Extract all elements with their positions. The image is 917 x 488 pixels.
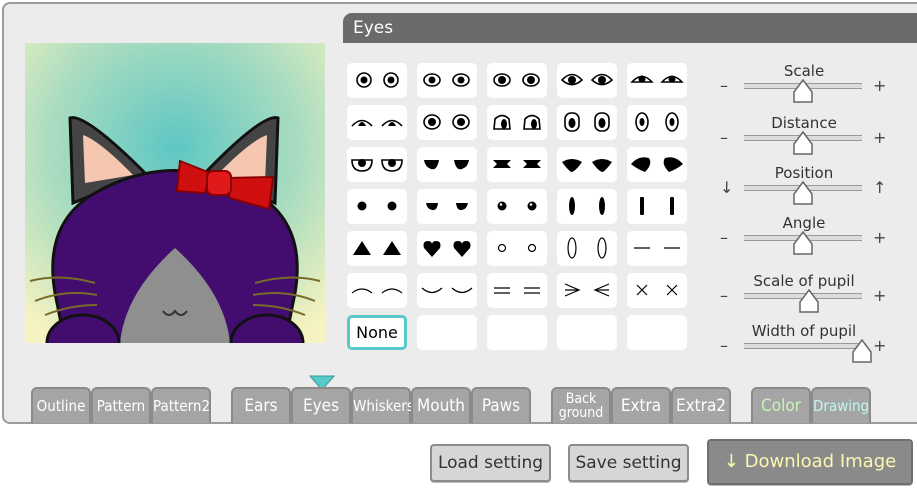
- download-label: Download Image: [744, 451, 897, 472]
- tab-extra2[interactable]: Extra2: [671, 387, 731, 423]
- slider-track[interactable]: [744, 343, 862, 349]
- eye-option[interactable]: [347, 189, 407, 224]
- slider-label: Scale of pupil: [753, 272, 855, 290]
- tab-extra[interactable]: Extra: [611, 387, 671, 423]
- download-image-button[interactable]: ↓ Download Image: [707, 439, 913, 485]
- down-arrow-button[interactable]: ↓: [720, 178, 733, 197]
- load-setting-button[interactable]: Load setting: [430, 444, 551, 482]
- slider-thumb[interactable]: [792, 79, 814, 103]
- tab-background-line2: ground: [558, 405, 604, 421]
- eye-option[interactable]: [557, 189, 617, 224]
- up-arrow-button[interactable]: ↑: [873, 178, 886, 197]
- slider-thumb[interactable]: [851, 339, 873, 363]
- empty-slot[interactable]: [487, 315, 547, 350]
- cat-preview: [25, 43, 325, 343]
- tab-ears[interactable]: Ears: [231, 387, 291, 423]
- save-setting-button[interactable]: Save setting: [568, 444, 689, 482]
- slider-thumb[interactable]: [792, 231, 814, 255]
- eye-option[interactable]: [627, 273, 687, 308]
- eye-option[interactable]: [487, 105, 547, 140]
- decrease-button[interactable]: –: [720, 286, 728, 305]
- distance-slider[interactable]: Distance – +: [718, 114, 890, 161]
- eye-option[interactable]: [417, 231, 477, 266]
- download-arrow-icon: ↓: [723, 451, 739, 472]
- increase-button[interactable]: +: [873, 228, 886, 247]
- eye-option[interactable]: [347, 63, 407, 98]
- increase-button[interactable]: +: [873, 286, 886, 305]
- slider-thumb[interactable]: [798, 289, 820, 313]
- eye-option[interactable]: [487, 147, 547, 182]
- eye-option[interactable]: [417, 273, 477, 308]
- eye-option[interactable]: [487, 231, 547, 266]
- tab-color[interactable]: Color: [751, 387, 811, 423]
- empty-slot[interactable]: [557, 315, 617, 350]
- none-label: None: [356, 323, 398, 342]
- tab-drawing[interactable]: Drawing: [811, 387, 871, 423]
- slider-label: Angle: [782, 214, 826, 232]
- position-slider[interactable]: Position ↓ ↑: [718, 164, 890, 211]
- eye-option[interactable]: [417, 63, 477, 98]
- eye-option[interactable]: [487, 273, 547, 308]
- eye-option[interactable]: [347, 147, 407, 182]
- empty-slot[interactable]: [627, 315, 687, 350]
- slider-label: Scale: [783, 62, 825, 80]
- tab-whiskers[interactable]: Whiskers: [351, 387, 414, 423]
- tab-pattern[interactable]: Pattern: [91, 387, 151, 423]
- increase-button[interactable]: +: [873, 128, 886, 147]
- slider-label: Position: [774, 164, 834, 182]
- eye-option[interactable]: [347, 273, 407, 308]
- slider-label: Width of pupil: [751, 322, 857, 340]
- scale-of-pupil-slider[interactable]: Scale of pupil – +: [718, 272, 890, 319]
- decrease-button[interactable]: –: [720, 76, 728, 95]
- width-of-pupil-slider[interactable]: Width of pupil – +: [718, 322, 890, 369]
- eye-option[interactable]: [487, 189, 547, 224]
- eye-option-none[interactable]: None: [347, 315, 407, 350]
- tab-background[interactable]: Back ground: [551, 387, 611, 423]
- scale-slider[interactable]: Scale – +: [718, 62, 890, 109]
- eye-option[interactable]: [557, 231, 617, 266]
- eye-option[interactable]: [347, 105, 407, 140]
- panel-title: Eyes: [343, 13, 917, 43]
- slider-thumb[interactable]: [792, 131, 814, 155]
- eye-option[interactable]: [417, 105, 477, 140]
- tab-eyes[interactable]: Eyes: [291, 387, 351, 423]
- eye-option[interactable]: [627, 147, 687, 182]
- decrease-button[interactable]: –: [720, 228, 728, 247]
- decrease-button[interactable]: –: [720, 336, 728, 355]
- eye-option[interactable]: [557, 63, 617, 98]
- tab-mouth[interactable]: Mouth: [411, 387, 471, 423]
- eye-option[interactable]: [417, 147, 477, 182]
- eye-option[interactable]: [557, 105, 617, 140]
- eye-option[interactable]: [487, 63, 547, 98]
- tab-pattern2[interactable]: Pattern2: [151, 387, 211, 423]
- increase-button[interactable]: +: [873, 76, 886, 95]
- eye-option[interactable]: [627, 231, 687, 266]
- slider-label: Distance: [771, 114, 837, 132]
- tab-paws[interactable]: Paws: [471, 387, 531, 423]
- tab-outline[interactable]: Outline: [31, 387, 91, 423]
- eye-option[interactable]: [347, 231, 407, 266]
- eye-option[interactable]: [557, 147, 617, 182]
- eye-option[interactable]: [627, 63, 687, 98]
- eye-option[interactable]: [557, 273, 617, 308]
- eye-option[interactable]: [627, 105, 687, 140]
- empty-slot[interactable]: [417, 315, 477, 350]
- eye-option[interactable]: [627, 189, 687, 224]
- eye-option[interactable]: [417, 189, 477, 224]
- angle-slider[interactable]: Angle – +: [718, 214, 890, 261]
- slider-thumb[interactable]: [792, 181, 814, 205]
- decrease-button[interactable]: –: [720, 128, 728, 147]
- increase-button[interactable]: +: [873, 336, 886, 355]
